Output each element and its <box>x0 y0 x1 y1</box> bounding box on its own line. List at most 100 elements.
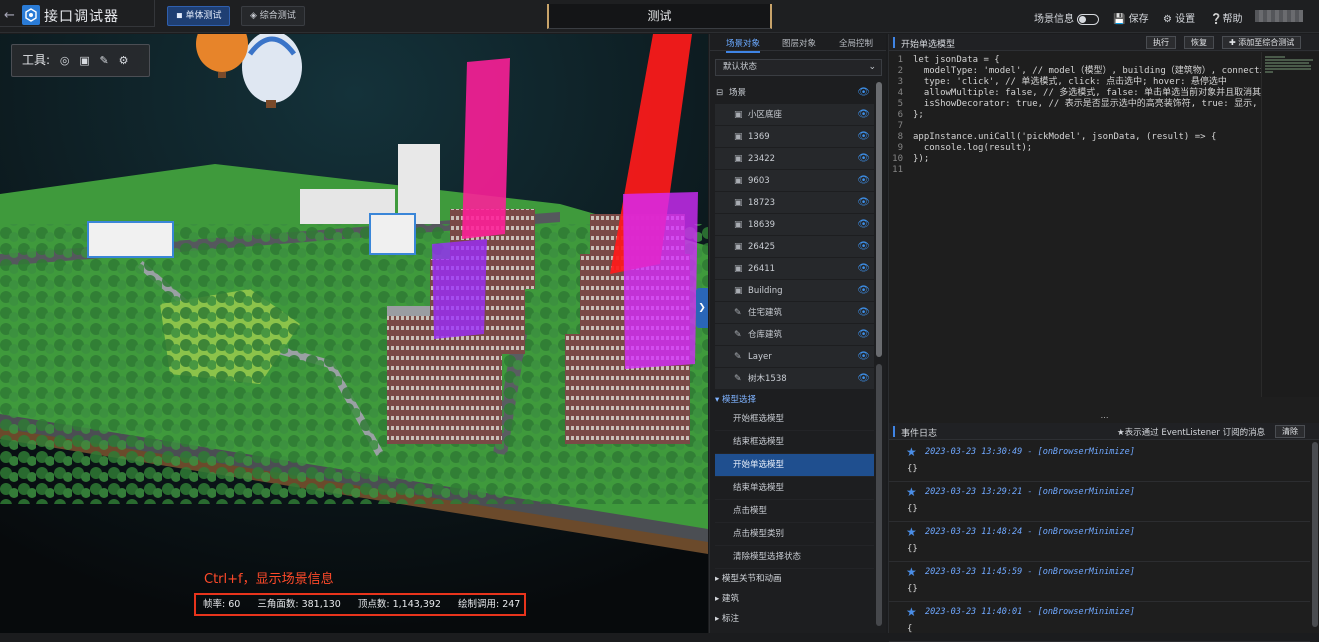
event-log-header: 事件日志 ★表示通过 EventListener 订阅的消息 清除 <box>889 423 1319 440</box>
tree-item[interactable]: ▣ Building 👁 <box>715 280 874 302</box>
code-minimap[interactable] <box>1261 52 1319 397</box>
caret-right-icon: ▸ <box>715 594 720 604</box>
api-item[interactable]: 结束单选模型 <box>715 477 874 500</box>
tree-item[interactable]: ▣ 18639 👁 <box>715 214 874 236</box>
tree-item-label: 住宅建筑 <box>748 308 783 318</box>
section-header-label: 标注 <box>721 614 739 624</box>
api-item[interactable]: 开始框选模型 <box>715 408 874 431</box>
eye-icon[interactable]: 👁 <box>857 192 870 214</box>
center-test-tab[interactable]: 测试 <box>547 4 772 29</box>
section-scrollbar[interactable] <box>876 364 882 626</box>
tree-item[interactable]: ✎ 住宅建筑 👁 <box>715 302 874 324</box>
scene-render[interactable] <box>0 34 708 633</box>
eye-icon[interactable]: 👁 <box>857 214 870 236</box>
api-item[interactable]: 点击模型类别 <box>715 523 874 546</box>
api-item[interactable]: 结束框选模型 <box>715 431 874 454</box>
user-avatar[interactable] <box>1255 10 1303 22</box>
log-entry-title: 2023-03-23 11:40:01 - [onBrowserMinimize… <box>925 607 1135 617</box>
tree-item[interactable]: ▣ 23422 👁 <box>715 148 874 170</box>
eye-icon[interactable]: 👁 <box>857 280 870 302</box>
line-number: 6 <box>897 110 903 120</box>
section-header-joint-animation[interactable]: ▸ 模型关节和动画 <box>715 569 874 589</box>
settings-button[interactable]: ⚙ 设置 <box>1163 10 1195 25</box>
tree-item[interactable]: ▣ 1369 👁 <box>715 126 874 148</box>
tree-scrollbar[interactable] <box>876 82 882 357</box>
tree-item-label: Building <box>748 286 783 296</box>
section-header-building[interactable]: ▸ 建筑 <box>715 589 874 609</box>
integration-test-button[interactable]: ◈ 综合测试 <box>241 6 305 26</box>
log-entry[interactable]: ★ 2023-03-23 13:30:49 - [onBrowserMinimiz… <box>889 442 1310 482</box>
eye-icon[interactable]: 👁 <box>857 170 870 192</box>
panel-splitter[interactable]: ⋯ <box>889 414 1319 422</box>
tree-item[interactable]: ▣ 18723 👁 <box>715 192 874 214</box>
frame-select-icon[interactable]: ▣ <box>79 45 89 76</box>
eye-icon[interactable]: 👁 <box>857 148 870 170</box>
api-item[interactable]: 清除模型选择状态 <box>715 546 874 569</box>
section-header-model-select[interactable]: ▾ 模型选择 <box>715 392 874 408</box>
unit-test-button[interactable]: ◾ 单体测试 <box>167 6 231 26</box>
tree-item[interactable]: ▣ 26425 👁 <box>715 236 874 258</box>
eye-icon[interactable]: 👁 <box>857 302 870 324</box>
star-icon: ★ <box>906 445 917 459</box>
eye-icon[interactable]: 👁 <box>857 258 870 280</box>
star-icon: ★ <box>906 565 917 579</box>
save-button[interactable]: 💾 保存 <box>1113 10 1149 25</box>
tree-item-label: 26425 <box>748 242 776 252</box>
cube-icon: ▣ <box>734 154 743 164</box>
restore-button[interactable]: 恢复 <box>1184 36 1214 49</box>
eye-icon[interactable]: 👁 <box>857 324 870 346</box>
tree-item[interactable]: ✎ 树木1538 👁 <box>715 368 874 390</box>
scene-info-toggle[interactable]: 场景信息 <box>1034 10 1099 25</box>
log-entry[interactable]: ★ 2023-03-23 11:40:01 - [onBrowserMinimiz… <box>889 602 1310 642</box>
tab-scene-objects[interactable]: 场景对象 <box>726 37 761 53</box>
tab-global-control[interactable]: 全局控制 <box>839 37 873 49</box>
clear-button[interactable]: 清除 <box>1275 425 1305 438</box>
add-to-integration-button[interactable]: ✚ 添加至综合测试 <box>1222 36 1302 49</box>
caret-right-icon: ▸ <box>715 614 720 624</box>
help-button[interactable]: ❔帮助 <box>1210 10 1242 25</box>
code-editor[interactable]: 1 2 3 4 5 6 7 8 9 10 11 let jsonData = {… <box>889 52 1261 397</box>
api-item-selected[interactable]: 开始单选模型 <box>715 454 874 477</box>
pin-icon: ✎ <box>734 352 742 362</box>
tree-item-label: 18723 <box>748 198 776 208</box>
eye-icon[interactable]: 👁 <box>857 346 870 368</box>
eye-icon[interactable]: 👁 <box>857 82 870 104</box>
pen-icon[interactable]: ✎ <box>100 45 109 76</box>
eye-icon[interactable]: 👁 <box>857 368 870 390</box>
help-icon: ❔ <box>1210 14 1223 25</box>
tree-item[interactable]: ▣ 26411 👁 <box>715 258 874 280</box>
object-panel: 场景对象 图层对象 全局控制 默认状态 ⌄ ⊟ 场景 👁 ▣ 小区底座 👁 ▣ 136… <box>709 34 886 633</box>
log-entry[interactable]: ★ 2023-03-23 13:29:21 - [onBrowserMinimiz… <box>889 482 1310 522</box>
triangles-stat: 三角面数: 381,130 <box>257 599 341 610</box>
scene-tree: ⊟ 场景 👁 ▣ 小区底座 👁 ▣ 1369 👁 ▣ 23422 👁 ▣ 9603 👁 ▣ 187… <box>715 82 874 390</box>
locate-icon[interactable]: ◎ <box>60 45 70 76</box>
code-line: type: 'click', // 单选模式, click: 点击选中; hov… <box>913 77 1227 87</box>
eye-icon[interactable]: 👁 <box>857 236 870 258</box>
log-scrollbar[interactable] <box>1312 442 1318 627</box>
scene-viewport[interactable]: 工具: ◎ ▣ ✎ ⚙ Ctrl+f，显示场景信息 帧率: 60 三角面数: 3… <box>0 34 708 633</box>
tree-root[interactable]: ⊟ 场景 👁 <box>715 82 874 104</box>
scene-info-switch-icon[interactable] <box>1077 13 1099 25</box>
tab-layer-objects[interactable]: 图层对象 <box>782 37 816 49</box>
editor-title: 开始单选模型 <box>901 40 956 50</box>
log-entry[interactable]: ★ 2023-03-23 11:45:59 - [onBrowserMinimiz… <box>889 562 1310 602</box>
eye-icon[interactable]: 👁 <box>857 126 870 148</box>
tree-item[interactable]: ✎ Layer 👁 <box>715 346 874 368</box>
state-select[interactable]: 默认状态 ⌄ <box>715 59 882 76</box>
tools-label: 工具: <box>22 53 51 67</box>
tree-item[interactable]: ✎ 仓库建筑 👁 <box>715 324 874 346</box>
section-header-annotation[interactable]: ▸ 标注 <box>715 609 874 629</box>
tree-item[interactable]: ▣ 小区底座 👁 <box>715 104 874 126</box>
settings-icon[interactable]: ⚙ <box>119 45 129 76</box>
back-arrow-icon[interactable]: ← <box>4 8 18 24</box>
eye-icon[interactable]: 👁 <box>857 104 870 126</box>
run-button[interactable]: 执行 <box>1146 36 1176 49</box>
collapse-panel-icon[interactable]: ❯ <box>696 288 708 328</box>
pin-icon: ✎ <box>734 308 742 318</box>
event-log-note: ★表示通过 EventListener 订阅的消息 <box>1117 428 1266 438</box>
log-entry[interactable]: ★ 2023-03-23 11:48:24 - [onBrowserMinimiz… <box>889 522 1310 562</box>
api-item[interactable]: 点击模型 <box>715 500 874 523</box>
add-label: 添加至综合测试 <box>1238 38 1295 47</box>
tree-item[interactable]: ▣ 9603 👁 <box>715 170 874 192</box>
collapse-icon[interactable]: ⊟ <box>716 82 723 104</box>
